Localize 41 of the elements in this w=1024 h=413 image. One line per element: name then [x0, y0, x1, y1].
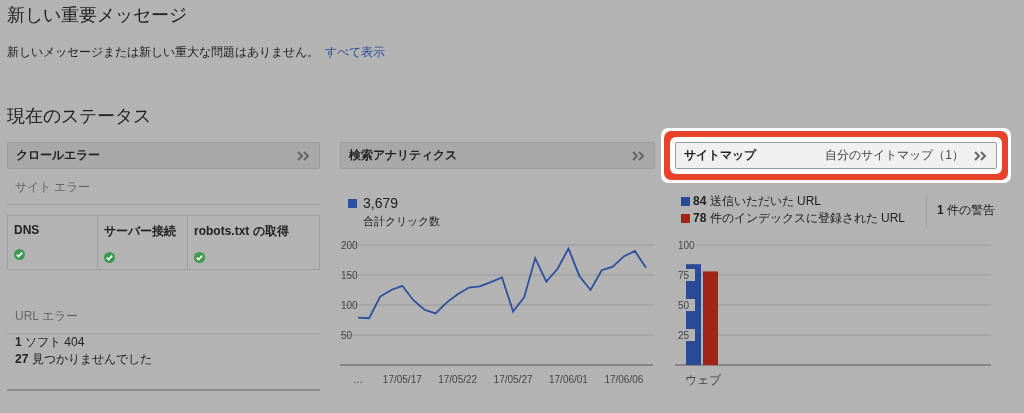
error-count: 27 見つかりませんでした: [14, 351, 153, 368]
subsection-label: URL エラー: [7, 270, 320, 334]
axis-label: 200: [341, 240, 358, 251]
axis-label: 25: [678, 330, 690, 341]
table-cell-text: DNS: [14, 223, 41, 237]
check-icon: [14, 249, 25, 260]
legend-swatch: [348, 199, 357, 208]
legend-label: 78 件のインデックスに登録された URL: [693, 210, 906, 227]
search-analytics-header[interactable]: 検索アナリティクス: [340, 142, 655, 169]
double-chevron-icon[interactable]: [974, 150, 988, 161]
table-cell-text: robots.txt の取得: [194, 223, 290, 240]
axis-label: 150: [341, 270, 358, 281]
table-cell-text: サーバー接続: [104, 223, 177, 240]
total-label: 合計クリック数: [363, 214, 440, 229]
section-title: 新しい重要メッセージ: [7, 4, 188, 27]
warning-count: 1 件の警告: [925, 193, 997, 229]
section-title: 現在のステータス: [7, 105, 152, 128]
check-icon: [194, 252, 205, 263]
axis-label: 50: [678, 300, 690, 311]
axis-label: 17/05/27: [493, 374, 533, 385]
axis-label: 75: [678, 270, 690, 281]
axis-label: ウェブ: [685, 373, 721, 387]
double-chevron-icon[interactable]: [632, 150, 646, 161]
message-text: 新しいメッセージまたは新しい重大な問題はありません。: [7, 44, 319, 61]
error-count: 1 ソフト 404: [14, 334, 86, 351]
check-icon: [104, 252, 115, 263]
axis-label: 17/06/01: [549, 374, 588, 385]
axis-label: 17/06/06: [604, 374, 644, 385]
total-value: 3,679: [363, 195, 400, 211]
double-chevron-icon[interactable]: [297, 150, 311, 161]
crawl-errors-header[interactable]: クロールエラー: [7, 142, 320, 169]
show-all-link[interactable]: すべて表示: [325, 44, 385, 61]
axis-label: 17/05/17: [382, 374, 422, 385]
axis-label: 100: [678, 240, 695, 251]
axis-label: 17/05/22: [438, 374, 478, 385]
my-sitemaps-link[interactable]: 自分のサイトマップ（1）: [825, 147, 964, 164]
legend-label: 84 送信いただいた URL: [693, 193, 822, 210]
axis-label: 50: [341, 330, 353, 341]
axis-label: 100: [341, 300, 358, 311]
axis-label: …: [353, 374, 363, 385]
subsection-label: サイト エラー: [7, 169, 320, 205]
